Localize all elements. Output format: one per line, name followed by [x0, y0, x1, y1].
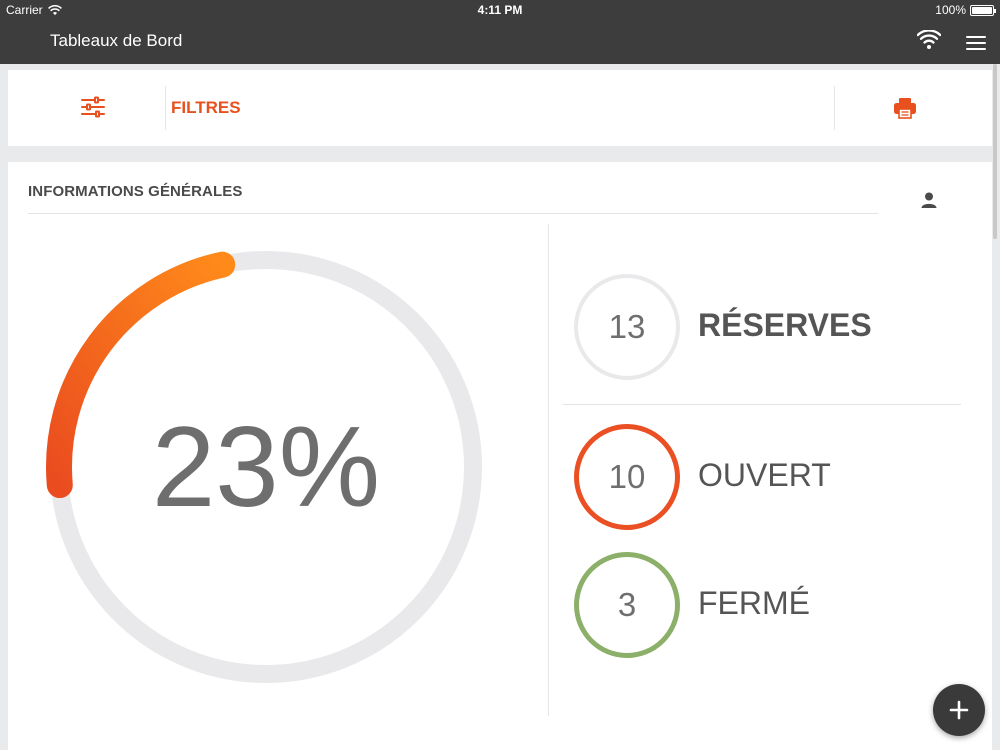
general-info-card: INFORMATIONS GÉNÉRALES 23% 13 RÉSERVES 1… — [8, 162, 992, 750]
battery-label: 100% — [935, 3, 966, 17]
reserves-count: 13 — [574, 274, 680, 380]
add-button[interactable] — [933, 684, 985, 736]
reserves-stat[interactable]: 13 RÉSERVES — [574, 274, 974, 380]
filters-button[interactable]: FILTRES — [171, 98, 241, 118]
user-icon[interactable] — [919, 190, 939, 210]
reserves-label: RÉSERVES — [698, 307, 872, 343]
nav-bar: Tableaux de Bord — [0, 20, 1000, 64]
status-right: 100% — [935, 3, 996, 17]
sliders-icon[interactable] — [81, 96, 105, 118]
status-bar: Carrier 4:11 PM 100% — [0, 0, 1000, 20]
filter-bar: FILTRES — [8, 70, 992, 146]
print-divider — [834, 86, 835, 130]
column-divider — [548, 224, 549, 716]
print-icon[interactable] — [893, 96, 917, 120]
open-label: OUVERT — [698, 457, 831, 493]
section-divider — [28, 213, 878, 214]
scrollbar[interactable] — [993, 64, 997, 239]
page-title: Tableaux de Bord — [50, 31, 183, 50]
progress-percent: 23% — [151, 403, 381, 531]
closed-count: 3 — [574, 552, 680, 658]
status-time: 4:11 PM — [477, 3, 523, 17]
open-stat[interactable]: 10 OUVERT — [574, 424, 974, 530]
filter-divider — [165, 86, 166, 130]
plus-icon — [949, 700, 969, 720]
battery-icon — [970, 4, 996, 16]
menu-icon[interactable] — [963, 32, 989, 54]
section-title: INFORMATIONS GÉNÉRALES — [28, 183, 243, 200]
open-count: 10 — [574, 424, 680, 530]
stats-divider — [563, 404, 961, 405]
closed-label: FERMÉ — [698, 585, 810, 621]
wifi-icon — [917, 30, 941, 49]
closed-stat[interactable]: 3 FERMÉ — [574, 552, 974, 658]
